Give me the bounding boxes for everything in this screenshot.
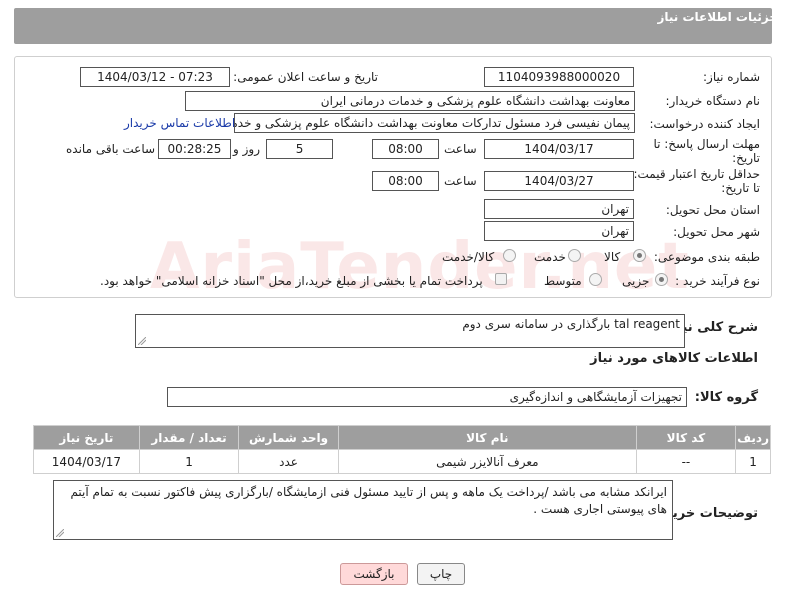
back-button[interactable]: بازگشت — [340, 563, 408, 585]
category-radio-goods[interactable] — [633, 249, 646, 262]
description-text: tal reagent بارگذاری در سامانه سری دوم — [462, 317, 680, 331]
deadline-date-field: 1404/03/17 — [484, 139, 634, 159]
items-table: ردیف کد کالا نام کالا واحد شمارش تعداد /… — [33, 425, 771, 474]
table-header-row: ردیف کد کالا نام کالا واحد شمارش تعداد /… — [33, 425, 771, 450]
col-header-unit: واحد شمارش — [238, 425, 339, 450]
print-button[interactable]: چاپ — [417, 563, 465, 585]
process-option-medium: متوسط — [544, 274, 582, 288]
deadline-time-label: ساعت — [444, 142, 477, 156]
requester-label: ایجاد کننده درخواست: — [649, 117, 760, 131]
process-option-minor: جزیی — [622, 274, 650, 288]
buyer-contact-link[interactable]: اطلاعات تماس خریدار — [124, 116, 235, 130]
col-header-quantity: تعداد / مقدار — [138, 425, 240, 450]
price-validity-date-field: 1404/03/27 — [484, 171, 634, 191]
items-table-wrapper: ردیف کد کالا نام کالا واحد شمارش تعداد /… — [33, 425, 771, 474]
buyer-notes-field: ایرانکد مشابه می باشد /پرداخت یک ماهه و … — [53, 480, 673, 540]
process-radio-minor[interactable] — [655, 273, 668, 286]
cell-item-name: معرف آنالایزر شیمی — [337, 449, 637, 474]
resize-handle-icon[interactable] — [138, 337, 146, 345]
buyer-org-field: معاونت بهداشت دانشگاه علوم پزشکی و خدمات… — [185, 91, 635, 111]
category-radio-service[interactable] — [568, 249, 581, 262]
goods-group-label: گروه کالا: — [694, 390, 758, 405]
announce-label: تاریخ و ساعت اعلان عمومی: — [233, 70, 378, 84]
col-header-item-name: نام کالا — [337, 425, 637, 450]
price-validity-time-label: ساعت — [444, 174, 477, 188]
deadline-label: مهلت ارسال پاسخ: تا — [653, 137, 760, 151]
process-radio-medium[interactable] — [589, 273, 602, 286]
price-validity-date-label: تا تاریخ: — [721, 181, 760, 195]
need-number-field: 1104093988000020 — [484, 67, 634, 87]
city-field: تهران — [484, 221, 634, 241]
col-header-need-date: تاریخ نیاز — [33, 425, 140, 450]
category-option-goods: کالا — [604, 250, 621, 264]
days-label: روز و — [233, 142, 260, 156]
treasury-payment-checkbox[interactable] — [495, 273, 507, 285]
process-type-label: نوع فرآیند خرید : — [675, 274, 760, 288]
province-label: استان محل تحویل: — [665, 203, 760, 217]
treasury-payment-note: پرداخت تمام یا بخشی از مبلغ خرید،از محل … — [100, 274, 483, 288]
page-title: جزئیات اطلاعات نیاز — [657, 10, 778, 24]
col-header-item-code: کد کالا — [635, 425, 737, 450]
goods-group-field: تجهیزات آزمایشگاهی و اندازه‌گیری — [167, 387, 687, 407]
cell-need-date: 1404/03/17 — [33, 449, 140, 474]
requester-field: پیمان نفیسی فرد مسئول تدارکات معاونت بهد… — [234, 113, 635, 133]
category-radio-goods-service[interactable] — [503, 249, 516, 262]
cell-quantity: 1 — [138, 449, 240, 474]
announce-datetime-field: 1404/03/12 - 07:23 — [80, 67, 230, 87]
province-field: تهران — [484, 199, 634, 219]
buyer-org-label: نام دستگاه خریدار: — [665, 94, 761, 108]
cell-row-number: 1 — [735, 449, 771, 474]
description-field: tal reagent بارگذاری در سامانه سری دوم — [135, 314, 685, 348]
col-header-row-number: ردیف — [735, 425, 771, 450]
category-option-service: خدمت — [534, 250, 566, 264]
deadline-time-field: 08:00 — [372, 139, 439, 159]
buyer-notes-text: ایرانکد مشابه می باشد /پرداخت یک ماهه و … — [70, 485, 667, 516]
deadline-date-label: تاریخ: — [732, 151, 760, 165]
remaining-time-field: 00:28:25 — [158, 139, 231, 159]
watermark-logo: AriaTender.net — [150, 230, 690, 304]
price-validity-time-field: 08:00 — [372, 171, 439, 191]
remaining-time-label: ساعت باقی مانده — [66, 142, 156, 156]
category-label: طبقه بندی موضوعی: — [653, 250, 760, 264]
city-label: شهر محل تحویل: — [673, 225, 760, 239]
cell-unit: عدد — [238, 449, 339, 474]
goods-section-title: اطلاعات کالاهای مورد نیاز — [590, 351, 758, 366]
days-remaining-field: 5 — [266, 139, 333, 159]
need-number-label: شماره نیاز: — [703, 70, 760, 84]
table-row: 1 -- معرف آنالایزر شیمی عدد 1 1404/03/17 — [33, 449, 771, 474]
price-validity-label: حداقل تاریخ اعتبار قیمت: — [633, 167, 760, 181]
resize-handle-icon[interactable] — [56, 529, 64, 537]
cell-item-code: -- — [635, 449, 737, 474]
category-option-goods-service: کالا/خدمت — [442, 250, 495, 264]
